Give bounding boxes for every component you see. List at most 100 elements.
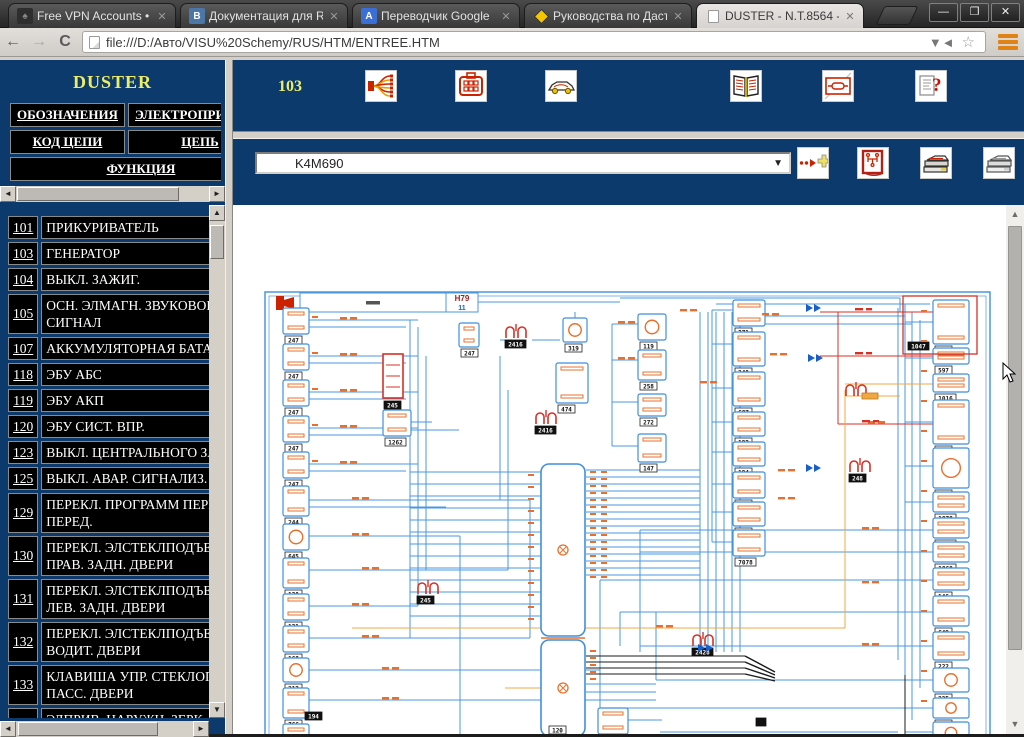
browser-tab[interactable]: Руководства по Дастер ✕ <box>524 3 692 28</box>
svg-text:248: 248 <box>852 475 863 482</box>
component-code-link[interactable]: 132 <box>8 622 38 662</box>
book-icon[interactable] <box>730 70 762 102</box>
connector-icon[interactable] <box>455 70 487 102</box>
menu-cep[interactable]: ЦЕПЬ <box>128 130 221 154</box>
fuse-icon[interactable] <box>822 70 854 102</box>
component-code-link[interactable]: 103 <box>8 242 38 265</box>
main-frame: 103 K4M690 ▼ H79112472472472472472446451… <box>233 60 1024 734</box>
menu-obosnacheniya[interactable]: ОБОЗНАЧЕНИЯ <box>10 103 125 127</box>
svg-text:147: 147 <box>643 465 654 472</box>
window-controls: —❐✕ <box>929 3 1020 22</box>
reload-button[interactable]: C <box>52 33 78 51</box>
svg-text:247: 247 <box>288 409 299 416</box>
extension-icon[interactable]: ▼◄ <box>929 35 955 50</box>
component-code-link[interactable]: 133 <box>8 665 38 705</box>
tab-close-icon[interactable]: ✕ <box>327 10 341 23</box>
component-row: 101ПРИКУРИВАТЕЛЬ <box>8 216 209 239</box>
close-button[interactable]: ✕ <box>991 3 1020 22</box>
component-code-link[interactable]: 131 <box>8 579 38 619</box>
component-code-link[interactable]: 125 <box>8 467 38 490</box>
help-icon[interactable] <box>915 70 947 102</box>
svg-text:2416: 2416 <box>508 341 523 348</box>
component-name: ЭБУ АКП <box>41 389 209 412</box>
component-row: 107АККУМУЛЯТОРНАЯ БАТА <box>8 337 209 360</box>
svg-text:245: 245 <box>420 597 431 604</box>
back-button[interactable]: ← <box>0 33 26 51</box>
tab-close-icon[interactable]: ✕ <box>843 10 857 23</box>
component-name: ПЕРЕКЛ. ЭЛСТЕКЛПОДЪЕМПРАВ. ЗАДН. ДВЕРИ <box>41 536 209 576</box>
tab-close-icon[interactable]: ✕ <box>155 10 169 23</box>
tab-title: Документация для Ren <box>209 9 323 23</box>
selected-code-label: 103 <box>278 78 302 96</box>
component-name: АККУМУЛЯТОРНАЯ БАТА <box>41 337 209 360</box>
component-row: 118ЭБУ АБС <box>8 363 209 386</box>
sidebar-top-hscrollbar[interactable]: ◄ ► <box>0 186 225 202</box>
books-color-icon[interactable] <box>920 147 952 179</box>
component-row: 104ВЫКЛ. ЗАЖИГ. <box>8 268 209 291</box>
add-schema-icon[interactable] <box>797 147 829 179</box>
car-icon[interactable] <box>545 70 577 102</box>
harness-icon[interactable] <box>365 70 397 102</box>
tab-close-icon[interactable]: ✕ <box>499 10 513 23</box>
component-code-link[interactable]: 104 <box>8 268 38 291</box>
component-row: 131ПЕРЕКЛ. ЭЛСТЕКЛПОДЪЕМЛЕВ. ЗАДН. ДВЕРИ <box>8 579 209 619</box>
component-row: 103ГЕНЕРАТОР <box>8 242 209 265</box>
component-row: 123ВЫКЛ. ЦЕНТРАЛЬНОГО ЗА <box>8 441 209 464</box>
red-book-icon[interactable] <box>857 147 889 179</box>
component-code-link[interactable]: 120 <box>8 415 38 438</box>
menu-kod-cepi[interactable]: КОД ЦЕПИ <box>10 130 125 154</box>
component-code-link[interactable]: 101 <box>8 216 38 239</box>
component-code-link[interactable]: 105 <box>8 294 38 334</box>
component-row: 105ОСН. ЭЛМАГН. ЗВУКОВОЙСИГНАЛ <box>8 294 209 334</box>
browser-tab[interactable]: ♠Free VPN Accounts • 100✕ <box>8 3 176 28</box>
svg-text:272: 272 <box>643 419 654 426</box>
component-name: ОСН. ЭЛМАГН. ЗВУКОВОЙСИГНАЛ <box>41 294 209 334</box>
engine-select[interactable]: K4M690 ▼ <box>255 152 791 174</box>
tab-title: DUSTER - N.T.8564 - ... <box>725 9 839 23</box>
url-text[interactable]: file:///D:/Авто/VISU%20Schemy/RUS/HTM/EN… <box>106 35 440 50</box>
books-grey-icon[interactable] <box>983 147 1015 179</box>
component-code-link[interactable]: 123 <box>8 441 38 464</box>
browser-menu-icon[interactable] <box>998 34 1018 50</box>
sidebar-vscrollbar[interactable]: ▲ ▼ <box>209 205 225 718</box>
browser-tab[interactable]: AПереводчик Google✕ <box>352 3 520 28</box>
browser-tab[interactable]: DUSTER - N.T.8564 - ... ✕ <box>696 3 864 28</box>
svg-text:H79: H79 <box>455 294 470 303</box>
new-tab-button[interactable] <box>876 6 919 25</box>
wiring-diagram[interactable]: H791124724724724724724464513013116821376… <box>233 205 1006 734</box>
minimize-button[interactable]: — <box>929 3 958 22</box>
component-row: 132ПЕРЕКЛ. ЭЛСТЕКЛПОДЪЕМВОДИТ. ДВЕРИ <box>8 622 209 662</box>
forward-button[interactable]: → <box>26 33 52 51</box>
menu-funkciya[interactable]: ФУНКЦИЯ <box>10 157 221 181</box>
sidebar-bottom-hscrollbar[interactable]: ◄ ► <box>0 721 209 737</box>
svg-text:247: 247 <box>288 337 299 344</box>
maximize-button[interactable]: ❐ <box>960 3 989 22</box>
svg-text:119: 119 <box>643 343 654 350</box>
browser-tab[interactable]: ВДокументация для Ren✕ <box>180 3 348 28</box>
component-code-link[interactable]: 118 <box>8 363 38 386</box>
component-row: 134ЭЛПРИВ. НАРУЖН. ЗЕРК. ЗВИДА <box>8 708 209 718</box>
component-name: ЭБУ АБС <box>41 363 209 386</box>
component-code-link[interactable]: 119 <box>8 389 38 412</box>
menu-elektropribory[interactable]: ЭЛЕКТРОПРИБОРЫ <box>128 103 221 127</box>
address-bar[interactable]: file:///D:/Авто/VISU%20Schemy/RUS/HTM/EN… <box>82 31 986 53</box>
toolbar-primary: 103 <box>233 60 1024 131</box>
diagram-vscrollbar[interactable]: ▲ ▼ <box>1006 205 1024 734</box>
tab-title: Переводчик Google <box>381 9 495 23</box>
component-code-link[interactable]: 130 <box>8 536 38 576</box>
component-code-link[interactable]: 129 <box>8 493 38 533</box>
tab-bar: ♠Free VPN Accounts • 100✕ВДокументация д… <box>0 0 1024 28</box>
frame-divider[interactable] <box>225 60 233 734</box>
component-code-link[interactable]: 134 <box>8 708 38 718</box>
component-code-link[interactable]: 107 <box>8 337 38 360</box>
tab-close-icon[interactable]: ✕ <box>671 10 685 23</box>
mouse-cursor <box>1002 362 1018 384</box>
svg-text:597: 597 <box>938 367 949 374</box>
toolbar-divider <box>233 131 1024 139</box>
component-name: ПРИКУРИВАТЕЛЬ <box>41 216 209 239</box>
bookmark-star-icon[interactable]: ☆ <box>962 33 975 51</box>
tab-title: Руководства по Дастер <box>553 9 667 23</box>
component-name: ЭЛПРИВ. НАРУЖН. ЗЕРК. ЗВИДА <box>41 708 209 718</box>
sidebar-frame: DUSTER ОБОЗНАЧЕНИЯ ЭЛЕКТРОПРИБОРЫ КОД ЦЕ… <box>0 60 225 734</box>
browser-window: ♠Free VPN Accounts • 100✕ВДокументация д… <box>0 0 1024 734</box>
